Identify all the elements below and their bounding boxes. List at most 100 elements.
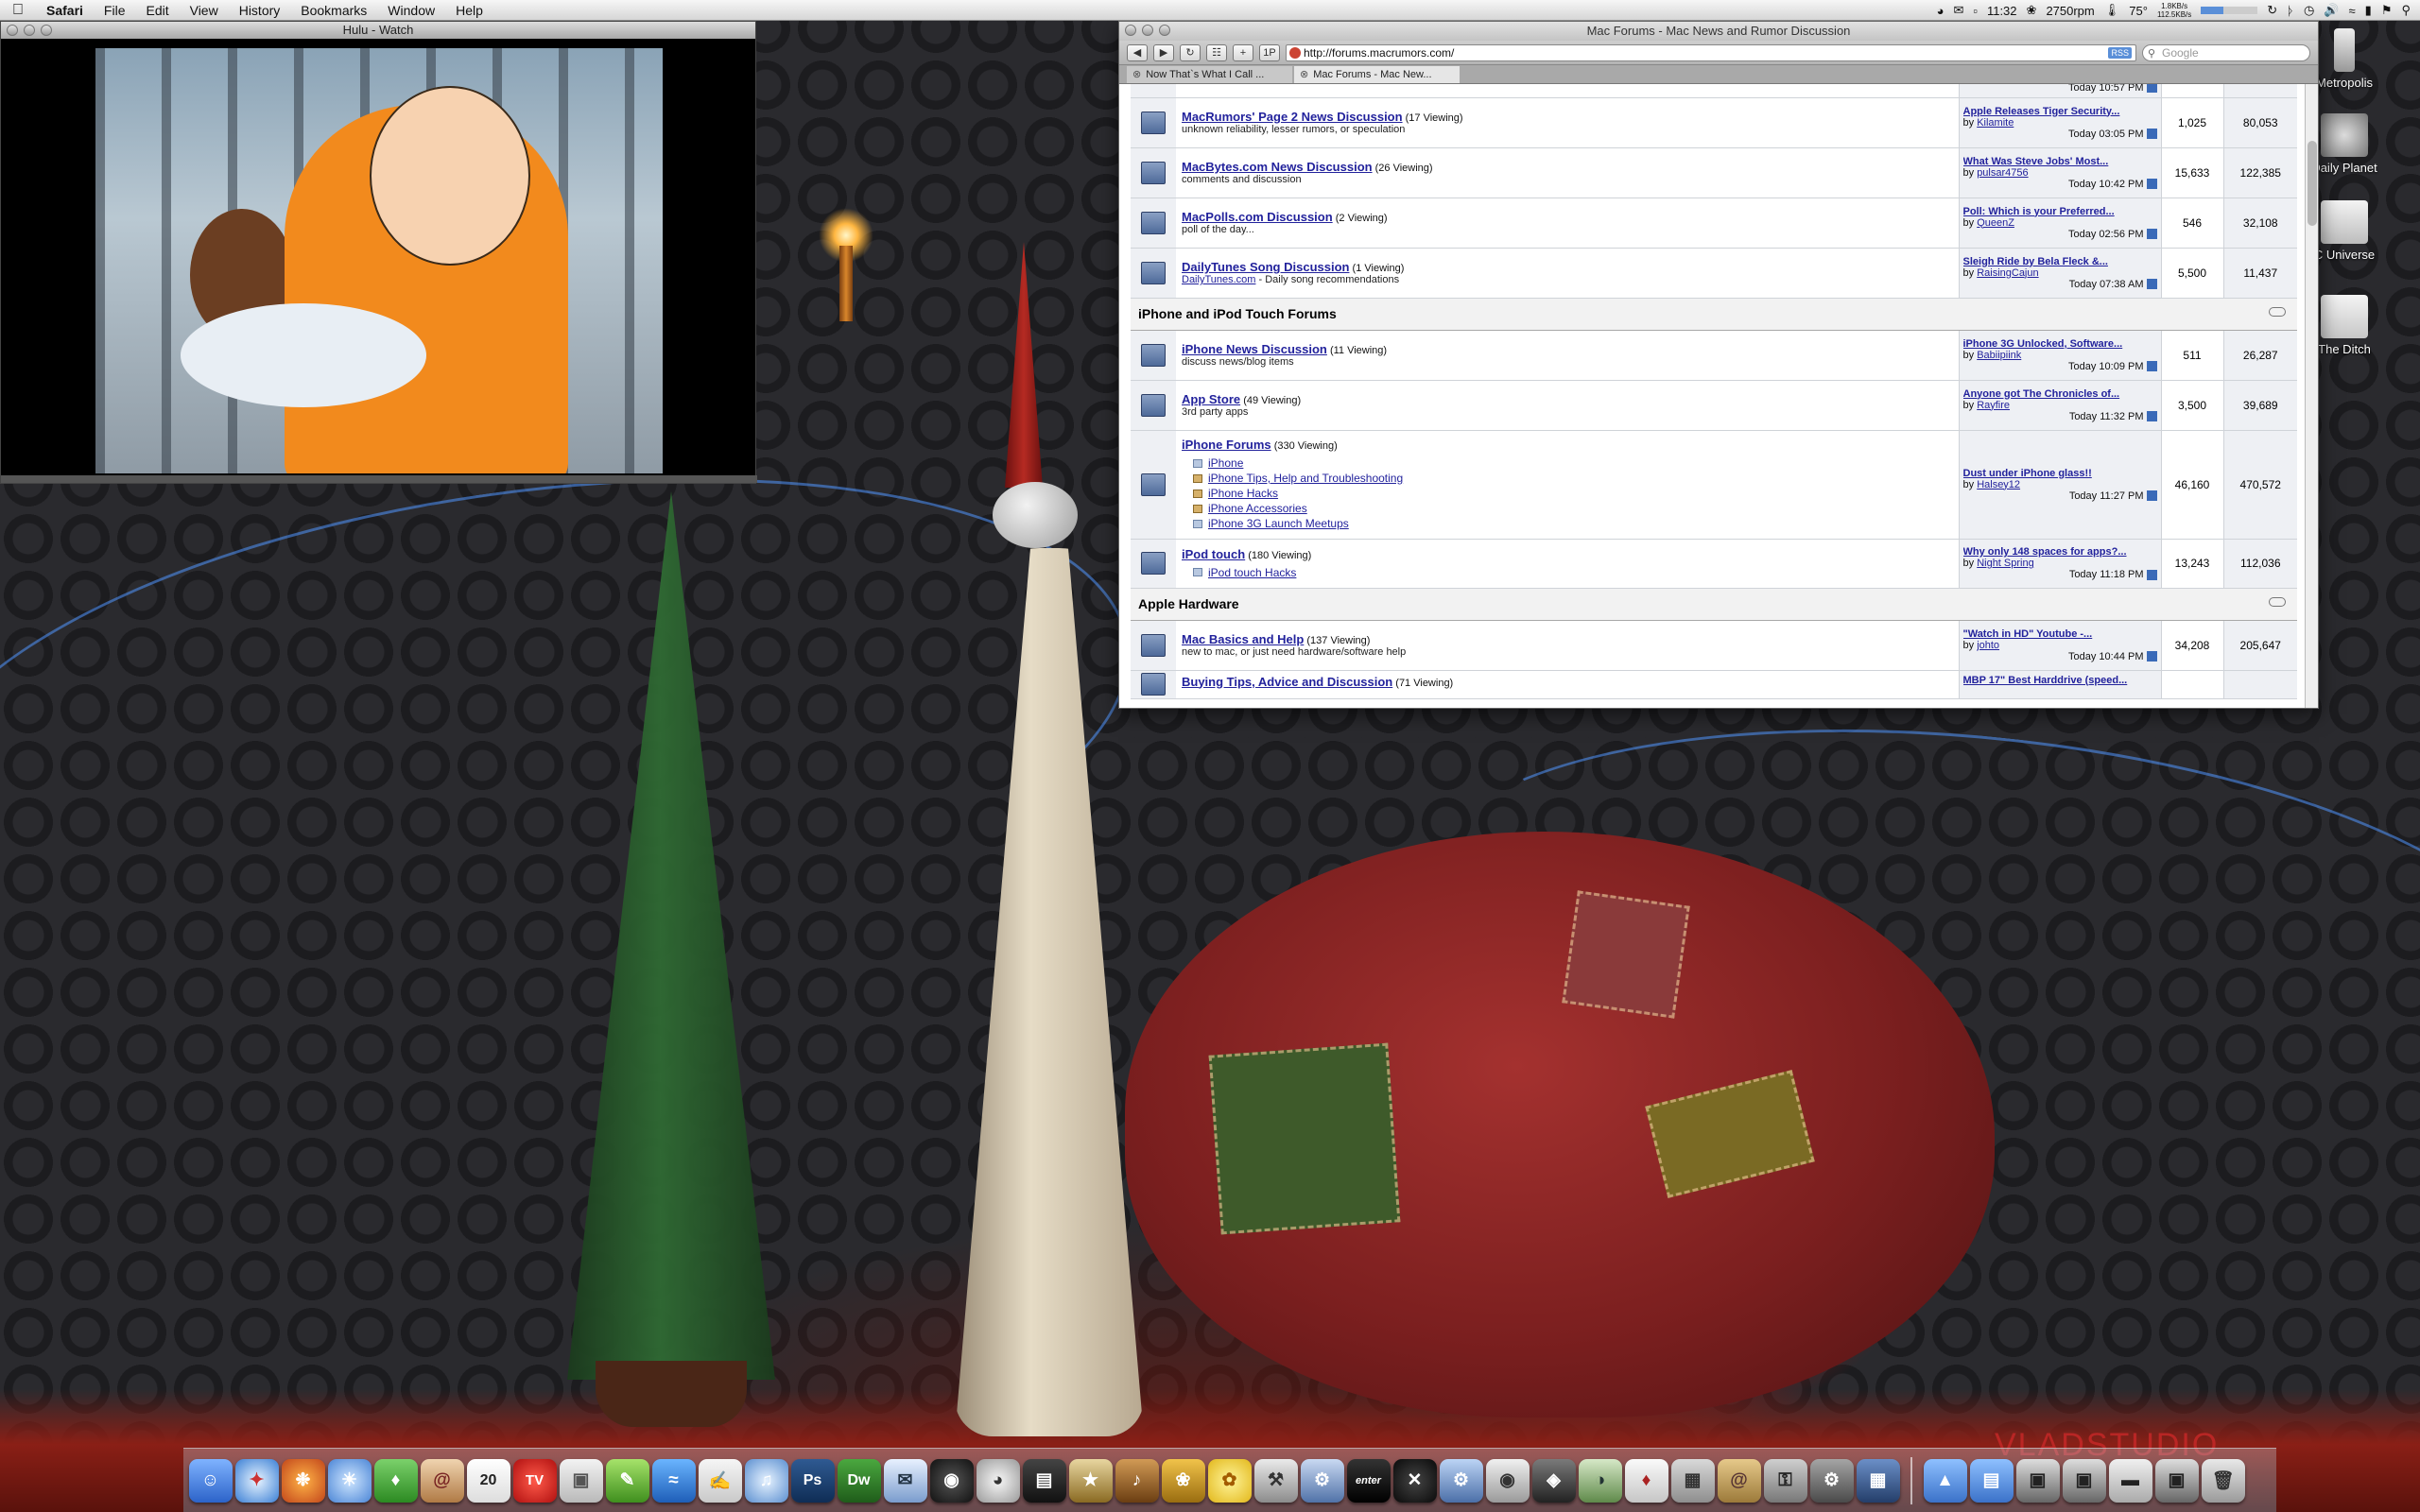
minimize-icon[interactable] bbox=[1142, 25, 1153, 36]
spaces-icon[interactable]: ▦ bbox=[1856, 1458, 1900, 1503]
wifi-tool-icon[interactable]: ≈ bbox=[651, 1458, 696, 1503]
dreamweaver-icon[interactable]: Dw bbox=[837, 1458, 881, 1503]
last-post-title[interactable]: Poll: Which is your Preferred... bbox=[1963, 206, 2157, 217]
reload-button[interactable]: ↻ bbox=[1180, 43, 1201, 61]
user-link[interactable]: Halsey12 bbox=[1977, 479, 2020, 490]
apple-menu-icon[interactable]:  bbox=[0, 2, 36, 19]
last-post-title[interactable]: Sleigh Ride by Bela Fleck &... bbox=[1963, 256, 2157, 267]
go-to-post-icon[interactable] bbox=[2146, 651, 2157, 662]
last-post-title[interactable]: What Was Steve Jobs' Most... bbox=[1963, 156, 2157, 167]
preview-icon[interactable]: ▣ bbox=[559, 1458, 603, 1503]
minimized-window-icon[interactable]: ▣ bbox=[2062, 1458, 2106, 1503]
adium-icon[interactable]: ♦ bbox=[373, 1458, 418, 1503]
collapse-toggle-icon[interactable] bbox=[2269, 306, 2286, 317]
last-post-title[interactable]: Why only 148 spaces for apps?... bbox=[1963, 546, 2157, 558]
safari-icon[interactable]: ✦ bbox=[234, 1458, 279, 1503]
go-to-post-icon[interactable] bbox=[2146, 361, 2157, 372]
photoshop-icon[interactable]: Ps bbox=[790, 1458, 835, 1503]
clock-text[interactable]: 11:32 bbox=[1987, 4, 2017, 18]
sync-icon[interactable]: ◕ bbox=[1937, 4, 1945, 18]
tab-mac-forums[interactable]: ⊗ Mac Forums - Mac New... bbox=[1294, 66, 1460, 83]
last-post-title[interactable]: "Watch in HD" Youtube -... bbox=[1963, 628, 2157, 640]
time-machine-icon[interactable]: ↻ bbox=[2267, 3, 2277, 18]
user-link[interactable]: Rayfire bbox=[1977, 400, 2010, 411]
trash-icon[interactable]: 🗑 bbox=[2201, 1458, 2245, 1503]
minimized-window-icon[interactable]: ▣ bbox=[2015, 1458, 2060, 1503]
network-utility-icon[interactable]: ⚙ bbox=[1300, 1458, 1344, 1503]
tab-close-icon[interactable]: ⊗ bbox=[1300, 66, 1308, 83]
script-editor-icon[interactable]: ✎ bbox=[605, 1458, 649, 1503]
last-post-title[interactable]: MBP 17" Best Harddrive (speed... bbox=[1963, 675, 2157, 686]
onepassword-button[interactable]: 1P bbox=[1259, 43, 1280, 61]
finder-icon[interactable]: ☺ bbox=[188, 1458, 233, 1503]
close-icon[interactable] bbox=[7, 25, 18, 36]
cyberduck-icon[interactable]: ✿ bbox=[1207, 1458, 1252, 1503]
forum-link[interactable]: iPhone News Discussion bbox=[1182, 342, 1327, 356]
menu-history[interactable]: History bbox=[229, 3, 291, 18]
camera-icon[interactable]: ◉ bbox=[1485, 1458, 1530, 1503]
add-bookmark-button[interactable]: + bbox=[1233, 43, 1253, 61]
mail-menu-icon[interactable]: ✉ bbox=[1953, 3, 1963, 18]
zoom-icon[interactable] bbox=[1159, 25, 1170, 36]
subforum-link[interactable]: iPhone Hacks bbox=[1193, 486, 1953, 501]
network-icon[interactable]: ◑ bbox=[1578, 1458, 1622, 1503]
pineapple-icon[interactable]: ❀ bbox=[1161, 1458, 1205, 1503]
last-post-title[interactable]: Anyone got The Chronicles of... bbox=[1963, 388, 2157, 400]
photobooth-icon[interactable]: ◈ bbox=[1531, 1458, 1576, 1503]
user-link[interactable]: johto bbox=[1977, 640, 1999, 651]
ical-icon[interactable]: 20 bbox=[466, 1458, 510, 1503]
temperature[interactable]: 75° bbox=[2129, 4, 2148, 18]
system-prefs-icon[interactable]: ⚙ bbox=[1439, 1458, 1483, 1503]
address-book-icon[interactable]: @ bbox=[420, 1458, 464, 1503]
close-icon[interactable] bbox=[1125, 25, 1136, 36]
go-to-post-icon[interactable] bbox=[2146, 229, 2157, 240]
wifi-icon[interactable]: ≈ bbox=[2349, 4, 2356, 18]
istat-icon[interactable]: ◕ bbox=[976, 1458, 1020, 1503]
minimized-window-icon[interactable]: ▬ bbox=[2108, 1458, 2152, 1503]
documents-folder-icon[interactable]: ▤ bbox=[1969, 1458, 2014, 1503]
address-icon[interactable]: @ bbox=[1717, 1458, 1761, 1503]
last-post-title[interactable]: iPhone 3G Unlocked, Software... bbox=[1963, 338, 2157, 350]
forum-link[interactable]: MacBytes.com News Discussion bbox=[1182, 160, 1373, 174]
forum-link[interactable]: iPhone Forums bbox=[1182, 438, 1271, 452]
itunes-icon[interactable]: ♫ bbox=[744, 1458, 788, 1503]
scrollbar-thumb[interactable] bbox=[2308, 141, 2317, 226]
menu-edit[interactable]: Edit bbox=[135, 3, 179, 18]
ichat-icon[interactable]: ☀ bbox=[327, 1458, 372, 1503]
forum-link[interactable]: App Store bbox=[1182, 392, 1240, 406]
search-field[interactable]: ⚲ Google bbox=[2142, 43, 2310, 61]
dailytunes-link[interactable]: DailyTunes.com bbox=[1182, 274, 1255, 285]
forum-link[interactable]: iPod touch bbox=[1182, 547, 1245, 561]
spotlight-icon[interactable]: ⚲ bbox=[2401, 3, 2411, 18]
video-player[interactable] bbox=[95, 48, 663, 473]
minimize-icon[interactable] bbox=[24, 25, 35, 36]
rss-button[interactable]: RSS bbox=[2108, 46, 2132, 59]
activity-icon[interactable]: ▤ bbox=[1022, 1458, 1066, 1503]
fan-speed[interactable]: 2750rpm bbox=[2046, 4, 2094, 18]
forum-link[interactable]: MacPolls.com Discussion bbox=[1182, 210, 1333, 224]
safari-titlebar[interactable]: Mac Forums - Mac News and Rumor Discussi… bbox=[1119, 22, 2318, 41]
applications-folder-icon[interactable]: ▲ bbox=[1923, 1458, 1967, 1503]
cpu-meter[interactable] bbox=[2201, 7, 2258, 14]
go-to-post-icon[interactable] bbox=[2146, 84, 2157, 94]
xcode-icon[interactable]: ⚒ bbox=[1253, 1458, 1298, 1503]
user-link[interactable]: QueenZ bbox=[1977, 217, 2014, 229]
terminal-icon[interactable]: enter bbox=[1346, 1458, 1391, 1503]
go-to-post-icon[interactable] bbox=[2146, 179, 2157, 190]
clock-history-icon[interactable]: ◷ bbox=[2304, 3, 2314, 18]
tab-close-icon[interactable]: ⊗ bbox=[1132, 66, 1141, 83]
vertical-scrollbar[interactable] bbox=[2305, 84, 2318, 708]
firefox-icon[interactable]: ❉ bbox=[281, 1458, 325, 1503]
network-meter[interactable]: 1.8KB/s 112.5KB/s bbox=[2157, 2, 2191, 19]
go-to-post-icon[interactable] bbox=[2146, 411, 2157, 422]
subforum-link[interactable]: iPhone Accessories bbox=[1193, 501, 1953, 516]
address-bar[interactable]: http://forums.macrumors.com/ RSS bbox=[1286, 43, 2136, 61]
flag-icon[interactable]: ⚑ bbox=[2381, 3, 2393, 18]
calculator-icon[interactable]: ▦ bbox=[1670, 1458, 1715, 1503]
go-to-post-icon[interactable] bbox=[2146, 490, 2157, 502]
subforum-link[interactable]: iPhone bbox=[1193, 455, 1953, 471]
mail-icon[interactable]: ✉ bbox=[883, 1458, 927, 1503]
bookmark-manager-button[interactable]: ☷ bbox=[1206, 43, 1227, 61]
last-post-title[interactable]: Apple Releases Tiger Security... bbox=[1963, 106, 2157, 117]
menu-file[interactable]: File bbox=[94, 3, 136, 18]
